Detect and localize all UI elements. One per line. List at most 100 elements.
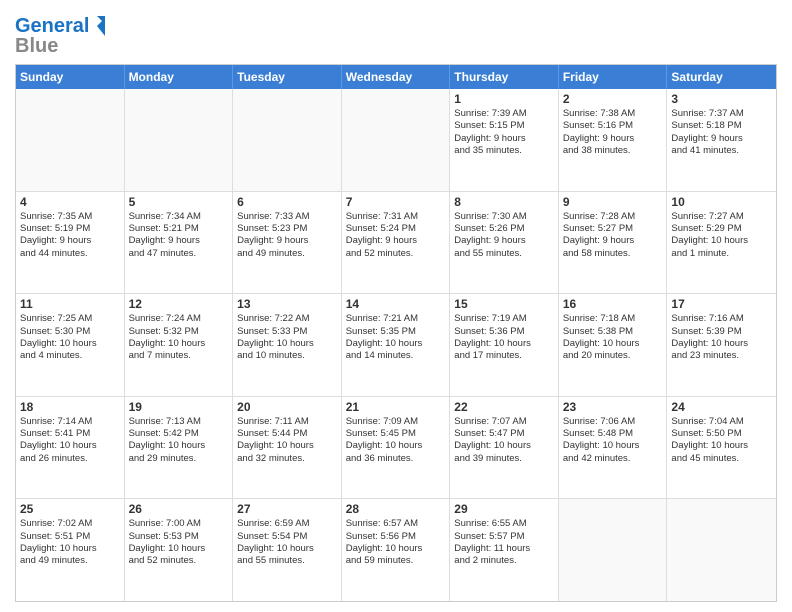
- header-day-monday: Monday: [125, 65, 234, 89]
- header: General Blue: [15, 10, 777, 58]
- cell-line: Daylight: 10 hours: [454, 440, 554, 452]
- cell-line: Sunrise: 7:16 AM: [671, 313, 772, 325]
- cell-line: Sunrise: 6:57 AM: [346, 518, 446, 530]
- header-day-sunday: Sunday: [16, 65, 125, 89]
- cell-line: Sunset: 5:36 PM: [454, 326, 554, 338]
- cell-line: and 7 minutes.: [129, 350, 229, 362]
- cell-line: Daylight: 10 hours: [671, 440, 772, 452]
- calendar-cell-r0c3: [342, 89, 451, 191]
- cell-line: and 39 minutes.: [454, 453, 554, 465]
- cell-line: Daylight: 9 hours: [346, 235, 446, 247]
- cell-line: Sunset: 5:38 PM: [563, 326, 663, 338]
- cell-line: Sunset: 5:35 PM: [346, 326, 446, 338]
- cell-line: and 2 minutes.: [454, 555, 554, 567]
- calendar-cell-r2c6: 17Sunrise: 7:16 AMSunset: 5:39 PMDayligh…: [667, 294, 776, 396]
- cell-line: Daylight: 9 hours: [20, 235, 120, 247]
- cell-line: Sunrise: 7:13 AM: [129, 416, 229, 428]
- cell-line: Daylight: 10 hours: [346, 543, 446, 555]
- cell-line: Daylight: 10 hours: [129, 338, 229, 350]
- header-day-tuesday: Tuesday: [233, 65, 342, 89]
- calendar-cell-r2c0: 11Sunrise: 7:25 AMSunset: 5:30 PMDayligh…: [16, 294, 125, 396]
- cell-line: Sunrise: 7:14 AM: [20, 416, 120, 428]
- calendar-cell-r2c3: 14Sunrise: 7:21 AMSunset: 5:35 PMDayligh…: [342, 294, 451, 396]
- cell-line: and 49 minutes.: [20, 555, 120, 567]
- cell-line: Daylight: 10 hours: [20, 440, 120, 452]
- cell-line: and 26 minutes.: [20, 453, 120, 465]
- cell-line: Sunset: 5:54 PM: [237, 531, 337, 543]
- day-number: 19: [129, 400, 229, 414]
- cell-line: Sunrise: 6:55 AM: [454, 518, 554, 530]
- cell-line: Sunset: 5:15 PM: [454, 120, 554, 132]
- cell-line: and 44 minutes.: [20, 248, 120, 260]
- cell-line: Sunset: 5:48 PM: [563, 428, 663, 440]
- page: General Blue SundayMondayTuesdayWednesda…: [0, 0, 792, 612]
- calendar-cell-r1c0: 4Sunrise: 7:35 AMSunset: 5:19 PMDaylight…: [16, 192, 125, 294]
- cell-line: and 17 minutes.: [454, 350, 554, 362]
- cell-line: and 41 minutes.: [671, 145, 772, 157]
- day-number: 24: [671, 400, 772, 414]
- calendar-cell-r4c6: [667, 499, 776, 601]
- cell-line: and 10 minutes.: [237, 350, 337, 362]
- day-number: 4: [20, 195, 120, 209]
- cell-line: Daylight: 10 hours: [129, 440, 229, 452]
- cell-line: Sunrise: 7:22 AM: [237, 313, 337, 325]
- cell-line: Daylight: 9 hours: [454, 235, 554, 247]
- calendar-cell-r4c2: 27Sunrise: 6:59 AMSunset: 5:54 PMDayligh…: [233, 499, 342, 601]
- day-number: 27: [237, 502, 337, 516]
- cell-line: Sunrise: 7:04 AM: [671, 416, 772, 428]
- cell-line: Sunset: 5:42 PM: [129, 428, 229, 440]
- header-day-wednesday: Wednesday: [342, 65, 451, 89]
- calendar-cell-r1c5: 9Sunrise: 7:28 AMSunset: 5:27 PMDaylight…: [559, 192, 668, 294]
- cell-line: Sunset: 5:33 PM: [237, 326, 337, 338]
- day-number: 6: [237, 195, 337, 209]
- cell-line: and 32 minutes.: [237, 453, 337, 465]
- day-number: 26: [129, 502, 229, 516]
- cell-line: Daylight: 10 hours: [346, 440, 446, 452]
- cell-line: Sunset: 5:32 PM: [129, 326, 229, 338]
- calendar-cell-r3c2: 20Sunrise: 7:11 AMSunset: 5:44 PMDayligh…: [233, 397, 342, 499]
- cell-line: Sunset: 5:39 PM: [671, 326, 772, 338]
- calendar-cell-r4c0: 25Sunrise: 7:02 AMSunset: 5:51 PMDayligh…: [16, 499, 125, 601]
- day-number: 7: [346, 195, 446, 209]
- calendar: SundayMondayTuesdayWednesdayThursdayFrid…: [15, 64, 777, 602]
- day-number: 12: [129, 297, 229, 311]
- cell-line: and 4 minutes.: [20, 350, 120, 362]
- calendar-cell-r3c0: 18Sunrise: 7:14 AMSunset: 5:41 PMDayligh…: [16, 397, 125, 499]
- calendar-row-0: 1Sunrise: 7:39 AMSunset: 5:15 PMDaylight…: [16, 89, 776, 191]
- calendar-cell-r1c1: 5Sunrise: 7:34 AMSunset: 5:21 PMDaylight…: [125, 192, 234, 294]
- day-number: 3: [671, 92, 772, 106]
- logo-svg: General Blue: [15, 10, 105, 58]
- calendar-cell-r4c3: 28Sunrise: 6:57 AMSunset: 5:56 PMDayligh…: [342, 499, 451, 601]
- cell-line: Sunrise: 7:24 AM: [129, 313, 229, 325]
- day-number: 8: [454, 195, 554, 209]
- cell-line: Sunrise: 7:34 AM: [129, 211, 229, 223]
- cell-line: and 38 minutes.: [563, 145, 663, 157]
- day-number: 20: [237, 400, 337, 414]
- svg-text:Blue: Blue: [15, 35, 58, 57]
- cell-line: and 14 minutes.: [346, 350, 446, 362]
- cell-line: and 52 minutes.: [346, 248, 446, 260]
- calendar-cell-r3c4: 22Sunrise: 7:07 AMSunset: 5:47 PMDayligh…: [450, 397, 559, 499]
- calendar-cell-r0c2: [233, 89, 342, 191]
- cell-line: Sunset: 5:53 PM: [129, 531, 229, 543]
- cell-line: Sunrise: 7:39 AM: [454, 108, 554, 120]
- calendar-row-2: 11Sunrise: 7:25 AMSunset: 5:30 PMDayligh…: [16, 293, 776, 396]
- cell-line: and 47 minutes.: [129, 248, 229, 260]
- day-number: 15: [454, 297, 554, 311]
- day-number: 21: [346, 400, 446, 414]
- cell-line: Sunset: 5:23 PM: [237, 223, 337, 235]
- calendar-cell-r4c5: [559, 499, 668, 601]
- cell-line: Sunrise: 7:09 AM: [346, 416, 446, 428]
- day-number: 11: [20, 297, 120, 311]
- day-number: 1: [454, 92, 554, 106]
- cell-line: and 55 minutes.: [454, 248, 554, 260]
- cell-line: Daylight: 10 hours: [563, 440, 663, 452]
- calendar-cell-r2c1: 12 Sunrise: 7:24 AMSunset: 5:32 PMDayligh…: [125, 294, 234, 396]
- day-number: 14: [346, 297, 446, 311]
- cell-line: and 36 minutes.: [346, 453, 446, 465]
- day-number: 5: [129, 195, 229, 209]
- cell-line: Sunset: 5:29 PM: [671, 223, 772, 235]
- day-number: 2: [563, 92, 663, 106]
- cell-line: Daylight: 10 hours: [20, 543, 120, 555]
- calendar-cell-r1c3: 7Sunrise: 7:31 AMSunset: 5:24 PMDaylight…: [342, 192, 451, 294]
